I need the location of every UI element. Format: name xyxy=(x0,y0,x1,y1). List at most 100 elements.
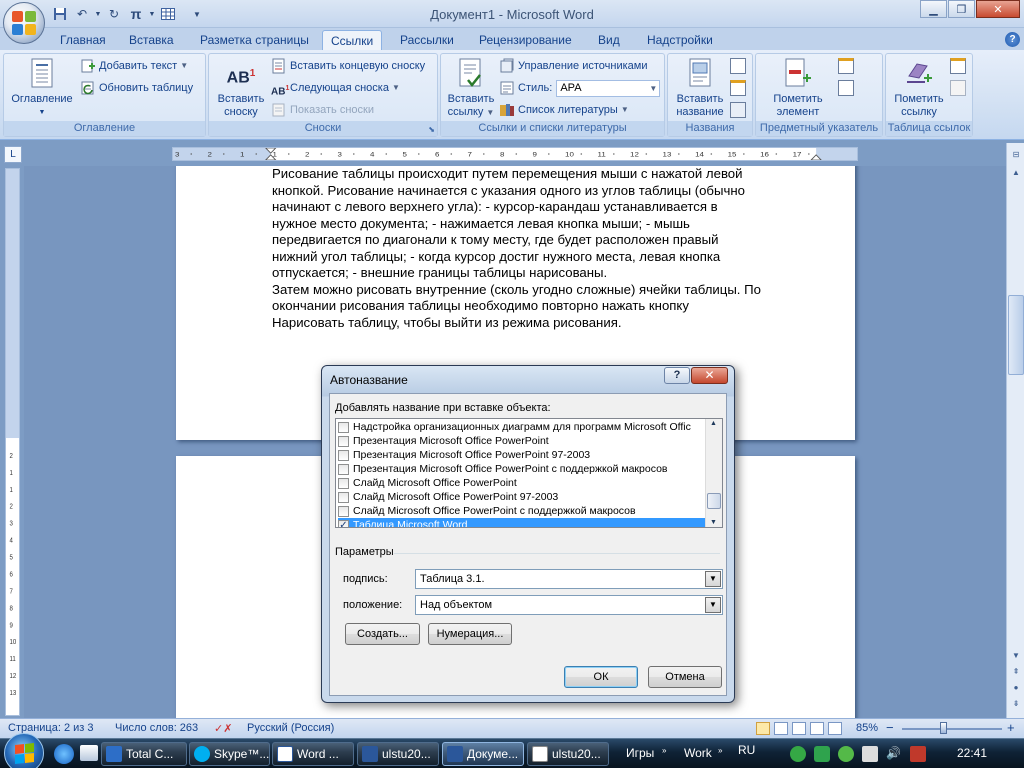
position-select[interactable]: Над объектом ▼ xyxy=(415,595,723,615)
show-desktop-icon[interactable] xyxy=(80,745,98,761)
list-item[interactable]: Слайд Microsoft Office PowerPoint 97-200… xyxy=(338,490,706,504)
mark-entry-button[interactable]: Пометить элемент xyxy=(760,56,836,119)
tab-insert[interactable]: Вставка xyxy=(121,30,182,50)
zoom-level[interactable]: 85% xyxy=(856,722,878,734)
utorrent-icon[interactable] xyxy=(790,746,806,762)
insert-endnote-button[interactable]: Вставить концевую сноску xyxy=(271,57,425,75)
document-text[interactable]: Рисование таблицы происходит путем перем… xyxy=(272,166,812,331)
scroll-up-icon[interactable]: ▲ xyxy=(710,420,717,427)
checkmark-tray-icon[interactable] xyxy=(814,746,830,762)
taskbar-button-ulstu-doc[interactable]: ulstu20... xyxy=(357,742,439,766)
insert-table-of-figures-icon[interactable] xyxy=(730,57,749,75)
web-layout-view-icon[interactable] xyxy=(792,722,806,735)
tab-addins[interactable]: Надстройки xyxy=(639,30,721,50)
scroll-down-icon[interactable]: ▼ xyxy=(710,519,717,526)
insert-table-of-authorities-icon[interactable] xyxy=(950,57,969,75)
taskbar-button-word[interactable]: Word ... xyxy=(272,742,354,766)
update-table-button[interactable]: Обновить таблицу xyxy=(80,79,193,97)
update-table-of-authorities-icon[interactable] xyxy=(950,79,969,97)
tab-home[interactable]: Главная xyxy=(52,30,114,50)
toolbar-chevron-icon[interactable]: » xyxy=(718,746,722,755)
checkbox[interactable]: ✓ xyxy=(338,519,349,527)
style-selector[interactable]: Стиль: APA ▼ xyxy=(499,79,661,97)
browse-object-icon[interactable]: ● xyxy=(1008,680,1024,696)
list-item[interactable]: Слайд Microsoft Office PowerPoint с подд… xyxy=(338,504,706,518)
list-scroll-thumb[interactable] xyxy=(707,493,721,509)
caption-select[interactable]: Таблица 3.1. ▼ xyxy=(415,569,723,589)
checkbox[interactable] xyxy=(338,449,349,461)
zoom-slider-thumb[interactable] xyxy=(940,722,947,734)
checkbox[interactable] xyxy=(338,477,349,489)
update-index-icon[interactable] xyxy=(838,79,857,97)
next-page-icon[interactable]: ⇟ xyxy=(1008,696,1024,712)
language-indicator[interactable]: Русский (Россия) xyxy=(247,722,334,734)
update-table-of-figures-icon[interactable] xyxy=(730,79,749,97)
tab-mailings[interactable]: Рассылки xyxy=(392,30,462,50)
toolbar-chevron-icon[interactable]: » xyxy=(662,746,666,755)
numbering-button[interactable]: Нумерация... xyxy=(428,623,512,645)
tab-review[interactable]: Рецензирование xyxy=(471,30,580,50)
taskbar-button-document1[interactable]: Докуме... xyxy=(442,742,524,766)
clock[interactable]: 22:41 xyxy=(957,746,987,760)
list-item[interactable]: Слайд Microsoft Office PowerPoint xyxy=(338,476,706,490)
mark-citation-button[interactable]: Пометить ссылку xyxy=(888,56,950,119)
scroll-thumb[interactable] xyxy=(1008,295,1024,375)
chevron-down-icon[interactable]: ▼ xyxy=(705,597,721,613)
work-toolbar[interactable]: Work xyxy=(684,746,712,760)
insert-citation-button[interactable]: Вставить ссылку ▼ xyxy=(443,56,499,119)
taskbar-button-ulstu-image[interactable]: ulstu20... xyxy=(527,742,609,766)
start-button[interactable] xyxy=(4,733,44,768)
office-button[interactable] xyxy=(3,2,45,44)
antivirus-icon[interactable] xyxy=(838,746,854,762)
insert-footnote-button[interactable]: AB1 Вставить сноску xyxy=(213,56,269,119)
full-screen-reading-view-icon[interactable] xyxy=(774,722,788,735)
network-icon[interactable] xyxy=(862,746,878,762)
print-layout-view-icon[interactable] xyxy=(756,722,770,735)
spelling-check-icon[interactable]: ✓✗ xyxy=(214,722,232,735)
games-toolbar[interactable]: Игры xyxy=(626,746,654,760)
scroll-up-icon[interactable]: ▲ xyxy=(1008,165,1024,181)
scroll-down-icon[interactable]: ▼ xyxy=(1008,648,1024,664)
dialog-close-button[interactable]: ✕ xyxy=(691,367,728,384)
bibliography-button[interactable]: Список литературы ▼ xyxy=(499,101,629,119)
volume-icon[interactable]: 🔊 xyxy=(886,746,902,762)
list-item[interactable]: ✓ Таблица Microsoft Word xyxy=(338,518,706,527)
outline-view-icon[interactable] xyxy=(810,722,824,735)
zoom-in-icon[interactable]: + xyxy=(1007,720,1015,735)
zoom-out-icon[interactable]: − xyxy=(886,720,894,735)
add-text-button[interactable]: Добавить текст ▼ xyxy=(80,57,188,75)
style-dropdown[interactable]: APA ▼ xyxy=(556,79,661,97)
ok-button[interactable]: ОК xyxy=(564,666,638,688)
insert-index-icon[interactable] xyxy=(838,57,857,75)
zoom-slider-track[interactable] xyxy=(902,728,1002,730)
taskbar-button-skype[interactable]: Skype™... xyxy=(189,742,270,766)
new-label-button[interactable]: Создать... xyxy=(345,623,420,645)
toc-button[interactable]: Оглавление ▼ xyxy=(7,56,77,119)
tab-references[interactable]: Ссылки xyxy=(322,30,383,50)
next-footnote-button[interactable]: AB1 Следующая сноска ▼ xyxy=(271,79,400,97)
list-item[interactable]: Надстройка организационных диаграмм для … xyxy=(338,420,706,434)
footnotes-dialog-launcher-icon[interactable]: ⬊ xyxy=(428,125,435,134)
object-type-list[interactable]: Надстройка организационных диаграмм для … xyxy=(335,418,723,528)
close-icon[interactable]: ✕ xyxy=(976,0,1020,18)
vertical-ruler[interactable]: 2112345678910111213 xyxy=(5,168,20,716)
list-item[interactable]: Презентация Microsoft Office PowerPoint … xyxy=(338,462,706,476)
manage-sources-button[interactable]: Управление источниками xyxy=(499,57,647,75)
list-scrollbar[interactable]: ▲ ▼ xyxy=(705,419,722,527)
dialog-help-button[interactable]: ? xyxy=(664,367,690,384)
cancel-button[interactable]: Отмена xyxy=(648,666,722,688)
draft-view-icon[interactable] xyxy=(828,722,842,735)
minimize-icon[interactable]: ▁ xyxy=(920,0,947,18)
tab-selector[interactable]: L xyxy=(4,146,22,163)
internet-explorer-icon[interactable] xyxy=(54,744,74,764)
vertical-scrollbar[interactable]: ⊟ ▲ ▼ ⇞ ● ⇟ xyxy=(1006,143,1024,718)
tab-view[interactable]: Вид xyxy=(590,30,628,50)
help-icon[interactable]: ? xyxy=(1005,32,1020,47)
chevron-down-icon[interactable]: ▼ xyxy=(705,571,721,587)
checkbox[interactable] xyxy=(338,435,349,447)
horizontal-ruler[interactable]: 3 2 1 1 2 3 4 5 6 7 8 9 10 11 12 13 14 15 16 17 xyxy=(172,147,858,161)
tab-page-layout[interactable]: Разметка страницы xyxy=(192,30,317,50)
list-item[interactable]: Презентация Microsoft Office PowerPoint … xyxy=(338,448,706,462)
list-item[interactable]: Презентация Microsoft Office PowerPoint xyxy=(338,434,706,448)
insert-caption-button[interactable]: Вставить название xyxy=(670,56,730,119)
